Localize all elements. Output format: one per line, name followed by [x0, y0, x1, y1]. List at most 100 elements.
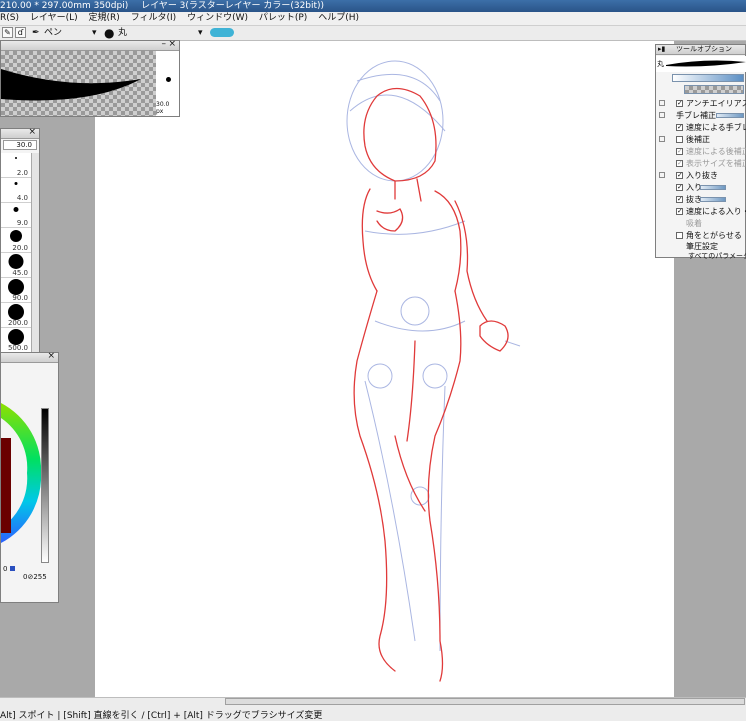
brush-size-cell[interactable]: 45.0	[1, 253, 31, 278]
sketch-line-fist	[479, 320, 509, 352]
menu-item-layer[interactable]: レイヤー(L)	[30, 13, 78, 23]
option-label: 速度による後補正	[686, 147, 746, 156]
canvas-area[interactable]	[0, 41, 746, 697]
brush-size-cell[interactable]: 2.0	[1, 153, 31, 178]
option-label: 吸着	[686, 219, 702, 228]
checkbox[interactable]	[676, 136, 683, 143]
brush-size-cell[interactable]: 90.0	[1, 278, 31, 303]
option-stabilizer[interactable]: 手ブレ補正	[656, 110, 745, 121]
eyedropper-icon[interactable]: ɗ	[15, 27, 26, 38]
alpha-value: 255	[33, 573, 47, 581]
tree-toggle-icon[interactable]	[659, 112, 665, 118]
brush-size-label: 45.0	[12, 269, 28, 277]
option-speed-taper[interactable]: ✓速度による入り・抜	[656, 206, 746, 217]
menu-item-ruler[interactable]: 定規(R)	[89, 13, 120, 23]
brush-size-label: 500.0	[7, 344, 28, 352]
color-value-readout: 0 0⊘255	[3, 565, 58, 581]
menu-item-edit[interactable]: R(S)	[0, 13, 19, 23]
opacity-slider[interactable]	[684, 85, 744, 94]
panel-header: ×	[1, 127, 39, 139]
size-slider[interactable]	[672, 74, 744, 82]
color-wheel[interactable]	[1, 393, 41, 543]
brush-size-scrollbar[interactable]	[31, 153, 39, 353]
tree-toggle-icon[interactable]	[659, 136, 665, 142]
color-value: 0	[3, 565, 8, 573]
brush-size-label: 30.0 px	[156, 101, 170, 115]
sketch-line-legs-inner	[394, 340, 426, 512]
sketch-line-leg-right	[427, 290, 462, 682]
menu-item-filter[interactable]: フィルタ(I)	[131, 13, 177, 23]
brush-dot-icon	[8, 304, 24, 320]
option-suction[interactable]: 吸着	[656, 218, 745, 229]
option-label: 表示サイズを補正に	[686, 159, 746, 168]
checkbox-checked[interactable]: ✓	[676, 148, 683, 155]
brush-size-label: 9.0	[16, 219, 28, 227]
brush-size-input[interactable]: 30.0	[3, 140, 37, 150]
checkbox-checked[interactable]: ✓	[676, 184, 683, 191]
brush-size-cell[interactable]: 9.0	[1, 203, 31, 228]
menu-item-palette[interactable]: パレット(P)	[259, 13, 307, 23]
taper-in-slider[interactable]	[700, 185, 726, 190]
document-info: 210.00 * 297.00mm 350dpi)	[0, 1, 129, 11]
menu-item-help[interactable]: ヘルプ(H)	[318, 13, 359, 23]
taper-out-slider[interactable]	[700, 197, 726, 202]
panel-header: ×	[1, 351, 58, 363]
tree-toggle-icon[interactable]	[659, 172, 665, 178]
brush-size-cell[interactable]: 20.0	[1, 228, 31, 253]
checkbox-checked[interactable]: ✓	[676, 196, 683, 203]
checkbox-checked[interactable]: ✓	[676, 124, 683, 131]
checkbox-checked[interactable]: ✓	[676, 208, 683, 215]
menu-item-window[interactable]: ウィンドウ(W)	[187, 13, 248, 23]
brush-size-panel: × 30.0 2.0 4.0 9.0 20.0 45.0 90.0 200.0 …	[0, 127, 40, 358]
dropdown-arrow-icon[interactable]: ▾	[92, 27, 97, 39]
pen-tool-icon[interactable]: ✒	[32, 27, 40, 39]
close-icon[interactable]: ×	[28, 127, 36, 138]
horizontal-scrollbar[interactable]	[225, 698, 745, 705]
brush-stroke-preview	[1, 51, 156, 116]
brush-size-value: 30.0	[16, 141, 32, 149]
brush-size-label: 90.0	[12, 294, 28, 302]
option-taper-in[interactable]: ✓ 入り	[656, 182, 745, 193]
option-antialias[interactable]: ✓ アンチエイリアス	[656, 98, 746, 109]
close-icon[interactable]: ×	[168, 39, 176, 50]
tool-options-panel: ▸▮ ツールオプション 丸 ✓アンチエイリアス 手ブレ補正 ✓速度による手ブレ補…	[655, 44, 746, 260]
brush-dot-icon	[13, 207, 19, 212]
brush-preview-panel: – × 30.0 px	[0, 39, 180, 117]
checkbox-checked[interactable]: ✓	[676, 172, 683, 179]
option-speed-post[interactable]: ✓ 速度による後補正	[656, 146, 746, 157]
close-icon[interactable]: ×	[47, 351, 55, 362]
ruler-icon[interactable]: ✎	[2, 27, 13, 38]
toggle-switch[interactable]	[210, 28, 234, 37]
option-post-correction[interactable]: 後補正	[656, 134, 745, 145]
stabilizer-slider[interactable]	[716, 113, 744, 118]
sketch-guide-hip-joint	[422, 363, 448, 389]
panel-header: ▸▮ ツールオプション	[656, 45, 745, 55]
sketch-guide-joint	[400, 296, 430, 326]
option-speed-stabilizer[interactable]: ✓速度による手ブレ補	[656, 122, 746, 133]
brush-dot-icon	[14, 182, 18, 185]
status-text: Alt] スポイト | [Shift] 直線を引く / [Ctrl] + [Al…	[0, 711, 323, 721]
panel-header: – ×	[1, 39, 179, 51]
option-sharp-corners[interactable]: 角をとがらせる	[656, 230, 745, 241]
layer-info: レイヤー 3(ラスターレイヤー カラー(32bit))	[141, 1, 325, 11]
color-panel: × 0 0⊘255	[0, 351, 59, 603]
checkbox[interactable]	[676, 232, 683, 239]
option-display-size[interactable]: ✓表示サイズを補正に	[656, 158, 746, 169]
checkbox-checked[interactable]: ✓	[676, 100, 683, 107]
tree-toggle-icon[interactable]	[659, 100, 665, 106]
dropdown-arrow-icon[interactable]: ▾	[198, 27, 203, 39]
brush-stroke-icon	[1, 69, 141, 101]
option-all-params[interactable]: すべてのパラメータを	[656, 251, 746, 262]
checkbox-checked[interactable]: ✓	[676, 160, 683, 167]
value-slider[interactable]	[41, 408, 49, 563]
brush-size-cell[interactable]: 500.0	[1, 328, 31, 353]
brush-dot-icon	[8, 279, 24, 295]
option-taper-out[interactable]: ✓ 抜き	[656, 194, 745, 205]
panel-grip-icon[interactable]: ▸▮	[658, 45, 665, 54]
brush-size-cell[interactable]: 200.0	[1, 303, 31, 328]
option-taper[interactable]: ✓ 入り抜き	[656, 170, 745, 181]
brush-size-cell[interactable]: 4.0	[1, 178, 31, 203]
brush-shape-preview[interactable]: 丸	[656, 56, 746, 72]
drawing-paper[interactable]	[95, 41, 674, 697]
minimize-icon[interactable]: –	[162, 39, 167, 50]
